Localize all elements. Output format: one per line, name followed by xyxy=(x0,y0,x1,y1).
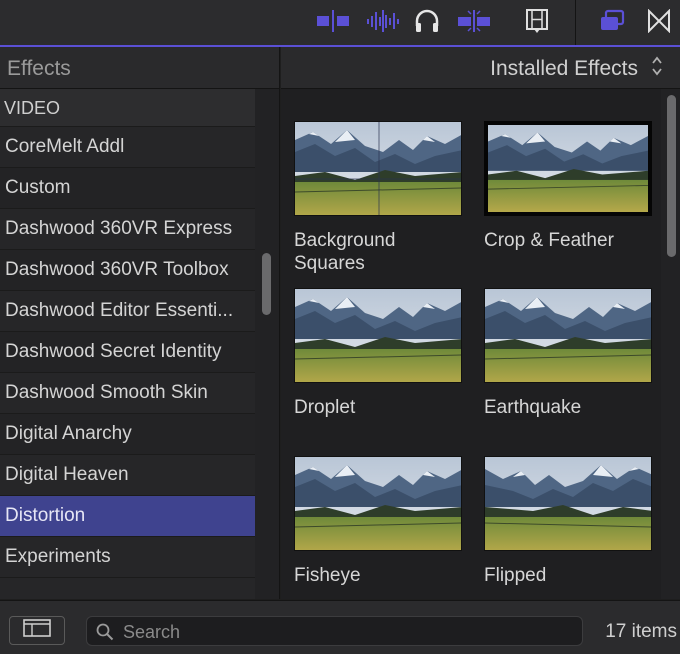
effect-label: Droplet xyxy=(294,397,356,418)
category-list: VIDEO CoreMelt Addl Custom Dashwood 360V… xyxy=(0,89,255,599)
browser-header: Installed Effects xyxy=(281,47,680,89)
effect-label: Fisheye xyxy=(294,565,361,586)
headphones-icon[interactable] xyxy=(413,8,441,34)
effect-label: Crop & Feather xyxy=(484,230,614,251)
sidebar-header: Effects xyxy=(0,47,280,89)
effect-thumbnail[interactable] xyxy=(484,288,652,383)
sidebar-toggle-icon xyxy=(23,619,51,642)
sidebar-item-coremelt-addl[interactable]: CoreMelt Addl xyxy=(0,127,255,168)
bottom-bar: 17 items xyxy=(0,600,680,654)
effect-thumbnail[interactable] xyxy=(484,456,652,551)
sidebar-scrollbar[interactable] xyxy=(255,89,280,599)
sidebar-item-dashwood-editor-essentials[interactable]: Dashwood Editor Essenti... xyxy=(0,291,255,332)
effect-thumbnail[interactable] xyxy=(484,121,652,216)
effect-thumbnail[interactable] xyxy=(294,288,462,383)
top-toolbar xyxy=(0,0,680,47)
toolbar-separator xyxy=(575,0,576,45)
sidebar-item-dashwood-secret-identity[interactable]: Dashwood Secret Identity xyxy=(0,332,255,373)
search-icon xyxy=(96,623,114,646)
effect-tile-background-squares[interactable]: Background Squares xyxy=(294,121,462,275)
sidebar-item-digital-anarchy[interactable]: Digital Anarchy xyxy=(0,414,255,455)
effect-label: Background Squares xyxy=(294,230,396,274)
sidebar-title: Effects xyxy=(7,57,71,80)
chevron-updown-icon[interactable] xyxy=(652,56,662,77)
sidebar-item-dashwood-360vr-express[interactable]: Dashwood 360VR Express xyxy=(0,209,255,250)
section-header-video: VIDEO xyxy=(0,89,255,127)
search-input[interactable] xyxy=(121,620,565,644)
inspector-audio-video-icon[interactable] xyxy=(316,8,350,34)
browser-scroll-thumb[interactable] xyxy=(667,95,676,257)
filmstrip-icon[interactable] xyxy=(523,8,551,34)
installed-effects-menu[interactable]: Installed Effects xyxy=(490,57,638,81)
transitions-icon[interactable] xyxy=(645,8,673,34)
search-field[interactable] xyxy=(86,616,583,646)
effect-tile-earthquake[interactable]: Earthquake xyxy=(484,288,652,419)
sidebar-item-experiments[interactable]: Experiments xyxy=(0,537,255,578)
sidebar-item-custom[interactable]: Custom xyxy=(0,168,255,209)
snapping-icon[interactable] xyxy=(457,8,491,34)
sidebar-item-dashwood-smooth-skin[interactable]: Dashwood Smooth Skin xyxy=(0,373,255,414)
sidebar-scroll-thumb[interactable] xyxy=(262,253,271,315)
sidebar-toggle-button[interactable] xyxy=(9,616,65,645)
browser-scrollbar[interactable] xyxy=(661,89,680,599)
browser-toggle-icon[interactable] xyxy=(597,8,627,34)
sidebar-item-digital-heaven[interactable]: Digital Heaven xyxy=(0,455,255,496)
sidebar-item-dashwood-360vr-toolbox[interactable]: Dashwood 360VR Toolbox xyxy=(0,250,255,291)
audio-waveform-icon[interactable] xyxy=(366,8,400,34)
effect-tile-fisheye[interactable]: Fisheye xyxy=(294,456,462,587)
effect-label: Flipped xyxy=(484,565,547,586)
sidebar-item-distortion[interactable]: Distortion xyxy=(0,496,255,537)
effect-tile-crop-feather[interactable]: Crop & Feather xyxy=(484,121,652,252)
effect-tile-flipped[interactable]: Flipped xyxy=(484,456,652,587)
effect-tile-droplet[interactable]: Droplet xyxy=(294,288,462,419)
item-count: 17 items xyxy=(605,621,677,642)
effect-label: Earthquake xyxy=(484,397,582,418)
effects-grid: Background Squares Crop & Feather Drople… xyxy=(281,89,661,599)
effect-thumbnail[interactable] xyxy=(294,121,462,216)
effect-thumbnail[interactable] xyxy=(294,456,462,551)
